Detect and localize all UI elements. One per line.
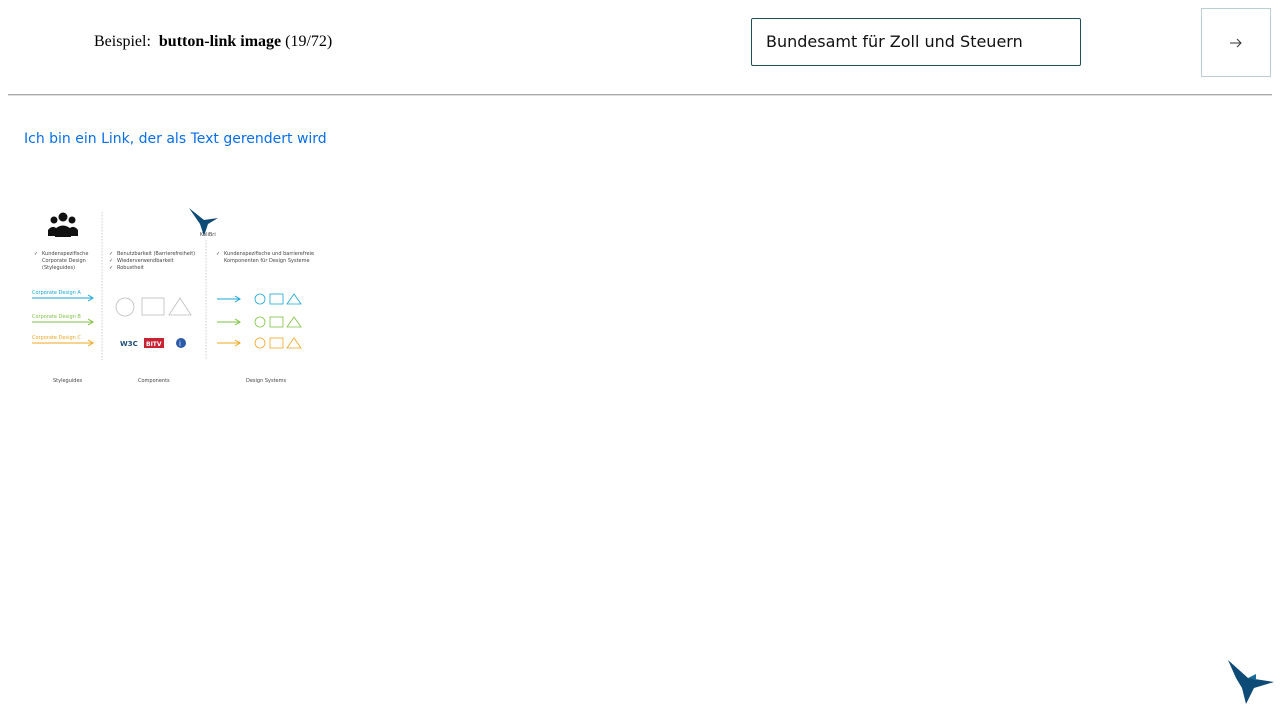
caption-design-systems: Design Systems: [246, 378, 286, 384]
kolibri-concept-illustration: KoliBri ✓ Kundenspezifische Corporate De…: [32, 208, 314, 384]
next-example-button[interactable]: [1201, 8, 1271, 77]
svg-text:✓: ✓: [216, 251, 220, 257]
component-name: button-link image: [158, 33, 282, 50]
organization-select[interactable]: Bundesamt für Zoll und Steuern: [751, 18, 1081, 66]
col1-line-1: Kundenspezifische: [42, 251, 88, 257]
design-a-label: Corporate Design A: [32, 290, 81, 296]
example-title: Beispiel: button-link image (19/72): [94, 33, 332, 51]
col2-line-3: Robustheit: [117, 265, 144, 271]
col1-line-3: (Styleguides): [42, 265, 75, 271]
svg-text:✓: ✓: [109, 258, 113, 264]
header-divider: [8, 94, 1272, 96]
caption-styleguides: Styleguides: [53, 378, 83, 384]
example-prefix: Beispiel:: [94, 33, 151, 50]
design-b-label: Corporate Design B: [32, 314, 81, 320]
info-badge: i: [179, 340, 181, 348]
logo-text: KoliBri: [200, 232, 216, 238]
col2-line-2: Wiederverwendbarkeit: [117, 258, 174, 264]
kolibri-logo-icon: [1228, 660, 1274, 704]
arrow-right-icon: [1230, 38, 1242, 47]
image-link[interactable]: KoliBri ✓ Kundenspezifische Corporate De…: [24, 200, 324, 395]
svg-text:✓: ✓: [109, 265, 113, 271]
svg-text:✓: ✓: [109, 251, 113, 257]
bitv-badge: BITV: [146, 341, 162, 348]
text-link[interactable]: Ich bin ein Link, der als Text gerendert…: [24, 131, 327, 147]
caption-components: Components: [138, 378, 170, 384]
col3-line-2: Komponenten für Design Systeme: [224, 258, 310, 264]
example-counter: (19/72): [285, 33, 333, 50]
col1-line-2: Corporate Design: [42, 258, 86, 264]
col3-line-1: Kundenspezifische und barrierefreie: [224, 251, 314, 257]
w3c-badge: W3C: [120, 340, 138, 348]
design-c-label: Corporate Design C: [32, 335, 81, 341]
col2-line-1: Benutzbarkeit (Barrierefreiheit): [117, 251, 195, 257]
people-icon: [48, 212, 78, 237]
kolibri-logo-icon: KoliBri: [189, 208, 218, 238]
svg-text:✓: ✓: [34, 251, 38, 257]
